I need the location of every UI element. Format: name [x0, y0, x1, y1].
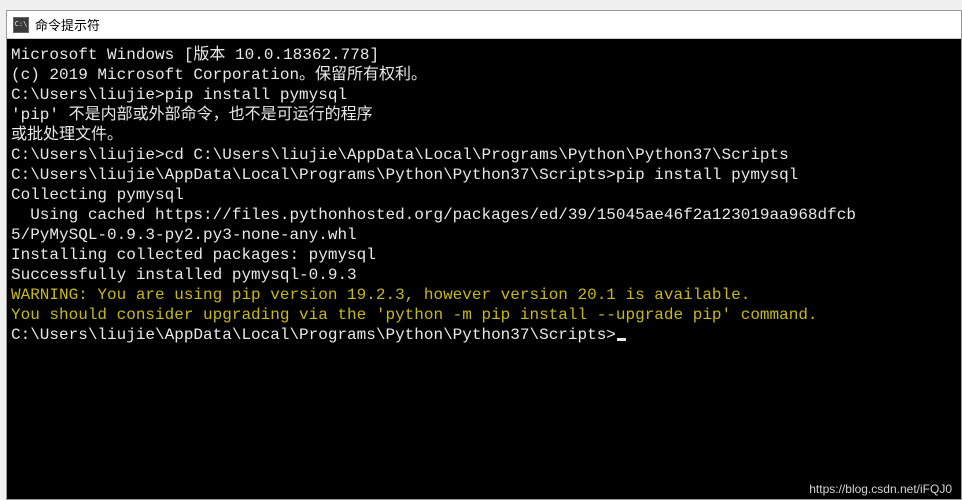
terminal-line: (c) 2019 Microsoft Corporation。保留所有权利。	[11, 65, 957, 85]
terminal-line: 'pip' 不是内部或外部命令，也不是可运行的程序	[11, 105, 957, 125]
terminal-line: WARNING: You are using pip version 19.2.…	[11, 285, 957, 305]
terminal-line: C:\Users\liujie>pip install pymysql	[11, 85, 957, 105]
cursor	[617, 338, 626, 341]
terminal-line: Successfully installed pymysql-0.9.3	[11, 265, 957, 285]
watermark: https://blog.csdn.net/iFQJ0	[809, 482, 952, 496]
terminal-line: 或批处理文件。	[11, 125, 957, 145]
cmd-icon	[13, 17, 29, 33]
terminal-line: Using cached https://files.pythonhosted.…	[11, 205, 957, 225]
window-title: 命令提示符	[35, 15, 100, 34]
terminal-prompt: C:\Users\liujie\AppData\Local\Programs\P…	[11, 325, 957, 345]
terminal-line: Collecting pymysql	[11, 185, 957, 205]
cropped-background	[0, 0, 962, 10]
terminal-line: C:\Users\liujie\AppData\Local\Programs\P…	[11, 165, 957, 185]
cmd-window: 命令提示符 Microsoft Windows [版本 10.0.18362.7…	[6, 10, 962, 500]
terminal-area[interactable]: Microsoft Windows [版本 10.0.18362.778](c)…	[7, 39, 961, 499]
terminal-line: Microsoft Windows [版本 10.0.18362.778]	[11, 45, 957, 65]
terminal-line: You should consider upgrading via the 'p…	[11, 305, 957, 325]
titlebar[interactable]: 命令提示符	[7, 11, 961, 39]
terminal-line: 5/PyMySQL-0.9.3-py2.py3-none-any.whl	[11, 225, 957, 245]
terminal-line: C:\Users\liujie>cd C:\Users\liujie\AppDa…	[11, 145, 957, 165]
terminal-line: Installing collected packages: pymysql	[11, 245, 957, 265]
